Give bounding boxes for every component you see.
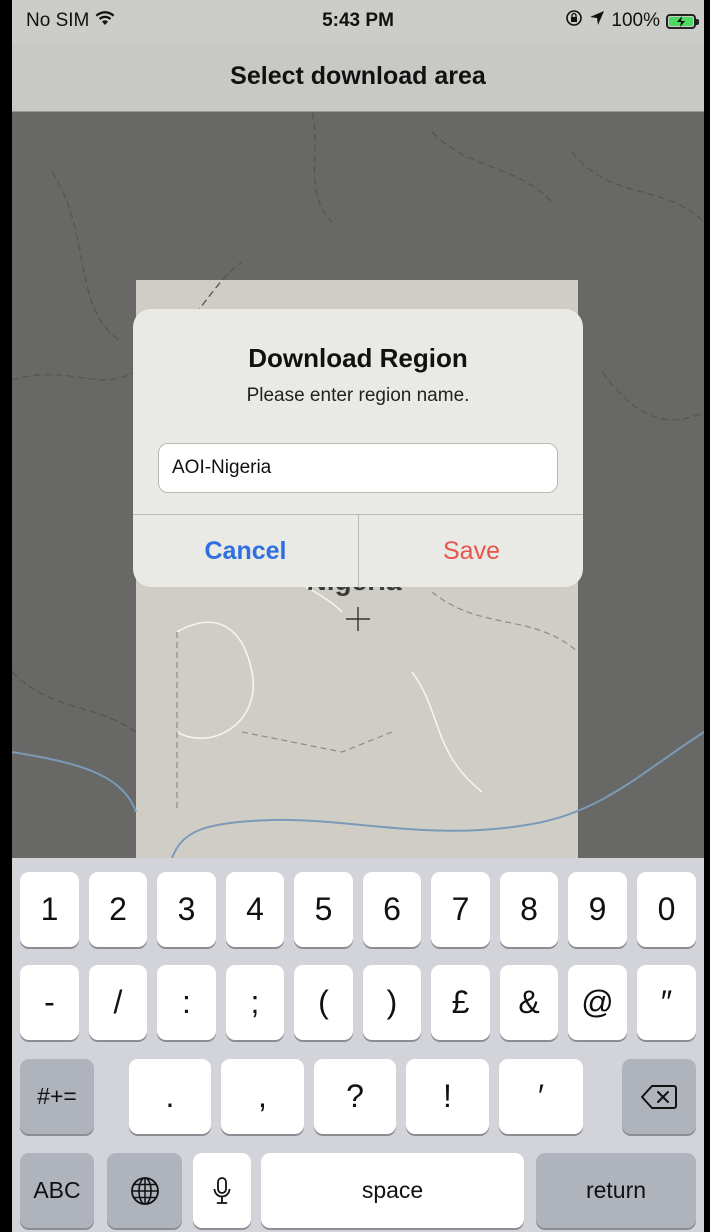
cancel-button[interactable]: Cancel xyxy=(133,515,358,587)
key[interactable]: @ xyxy=(568,965,627,1040)
status-right: 100% xyxy=(565,8,699,34)
space-key[interactable]: space xyxy=(261,1153,524,1228)
status-bar: No SIM 5:43 PM 100% xyxy=(12,0,704,44)
key[interactable]: / xyxy=(89,965,147,1040)
delete-icon xyxy=(641,1084,677,1109)
key[interactable]: 8 xyxy=(500,872,558,947)
key[interactable]: ! xyxy=(406,1059,489,1134)
key[interactable]: 2 xyxy=(89,872,147,947)
key[interactable]: 9 xyxy=(568,872,627,947)
key[interactable]: ) xyxy=(363,965,421,1040)
delete-key[interactable] xyxy=(622,1059,696,1134)
microphone-icon xyxy=(213,1176,231,1204)
abc-key[interactable]: ABC xyxy=(20,1153,94,1228)
lock-rotation-icon xyxy=(565,9,583,33)
key[interactable]: 1 xyxy=(20,872,79,947)
region-name-input[interactable] xyxy=(158,443,558,493)
key[interactable]: - xyxy=(20,965,79,1040)
crosshair-icon xyxy=(346,607,370,631)
key[interactable]: 4 xyxy=(226,872,284,947)
key[interactable]: : xyxy=(157,965,216,1040)
key[interactable]: 5 xyxy=(294,872,353,947)
key[interactable]: £ xyxy=(431,965,490,1040)
dialog-title: Download Region xyxy=(248,343,468,373)
screen-edge-right xyxy=(704,0,710,1232)
key[interactable]: , xyxy=(221,1059,304,1134)
download-region-dialog: Download Region Please enter region name… xyxy=(133,309,583,587)
dialog-message: Please enter region name. xyxy=(246,385,470,406)
key[interactable]: ; xyxy=(226,965,284,1040)
location-arrow-icon xyxy=(589,10,605,32)
more-symbols-key[interactable]: #+= xyxy=(20,1059,94,1134)
key[interactable]: . xyxy=(129,1059,211,1134)
battery-charging-icon xyxy=(666,13,699,29)
key[interactable]: 6 xyxy=(363,872,421,947)
screen-edge-left xyxy=(0,0,12,1232)
return-key[interactable]: return xyxy=(536,1153,696,1228)
key[interactable]: ″ xyxy=(637,965,696,1040)
key[interactable]: ? xyxy=(314,1059,396,1134)
dictation-key[interactable] xyxy=(193,1153,251,1228)
key[interactable]: ( xyxy=(294,965,353,1040)
save-button[interactable]: Save xyxy=(359,515,583,587)
app: No SIM 5:43 PM 100% Select download area… xyxy=(0,0,710,1232)
key[interactable]: ′ xyxy=(499,1059,583,1134)
key[interactable]: 7 xyxy=(431,872,490,947)
keyboard: 1 2 3 4 5 6 7 8 9 0 - / : ; ( ) £ & @ ″ … xyxy=(12,858,704,1232)
key[interactable]: 0 xyxy=(637,872,696,947)
key[interactable]: 3 xyxy=(157,872,216,947)
navigation-bar: Select download area xyxy=(12,44,704,112)
globe-key[interactable] xyxy=(107,1153,182,1228)
key[interactable]: & xyxy=(500,965,558,1040)
phone-screen: No SIM 5:43 PM 100% Select download area… xyxy=(12,0,704,1232)
globe-icon xyxy=(130,1176,159,1205)
battery-percent: 100% xyxy=(611,10,660,31)
page-title: Select download area xyxy=(230,62,486,90)
